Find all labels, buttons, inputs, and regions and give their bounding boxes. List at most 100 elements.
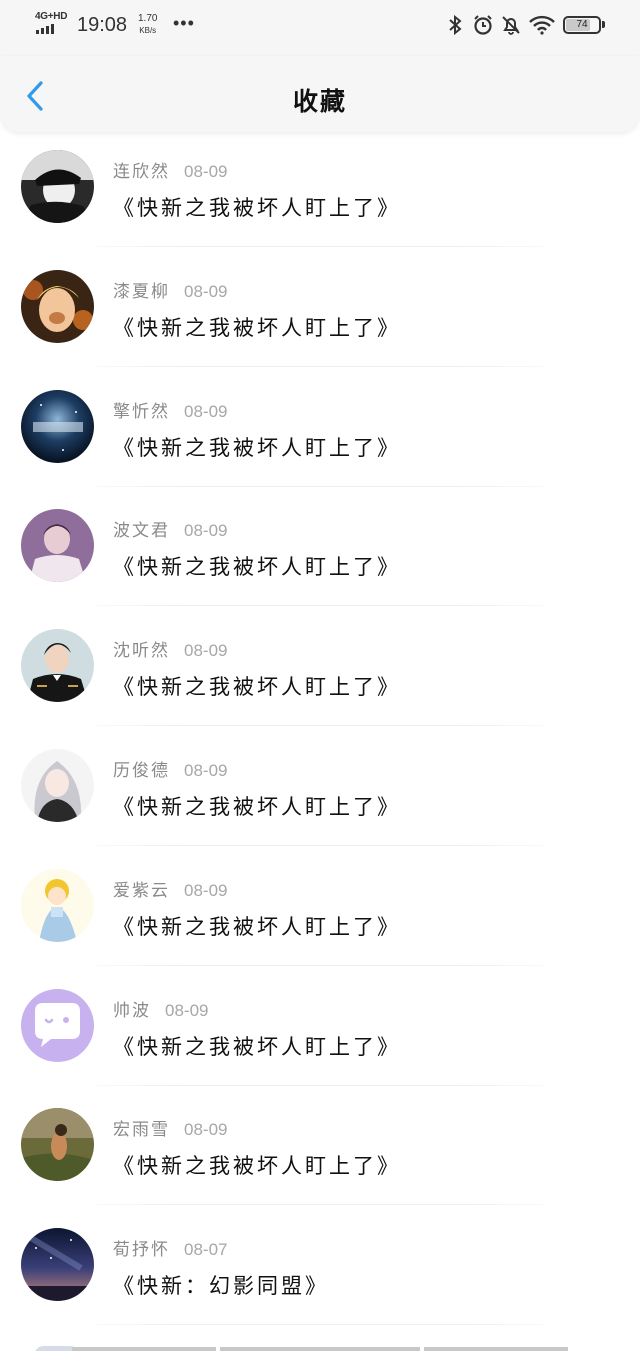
- divider: [95, 605, 545, 607]
- list-item[interactable]: 波文君 08-09 《快新之我被坏人盯上了》: [0, 499, 640, 619]
- favorite-date: 08-09: [184, 641, 228, 661]
- divider: [95, 1324, 545, 1326]
- avatar: [21, 868, 94, 942]
- divider: [95, 964, 545, 966]
- speed-unit: KB/s: [139, 26, 157, 35]
- wifi-icon: [529, 15, 555, 35]
- status-bar: 4G+HD 19:08 1.70 KB/s ••• 74: [0, 0, 640, 56]
- divider: [95, 485, 545, 487]
- list-item[interactable]: 沈听然 08-09 《快新之我被坏人盯上了》: [0, 619, 640, 739]
- battery-percent: 74: [576, 19, 588, 30]
- author-label: 波文君: [113, 521, 170, 542]
- author-name: 历俊德 08-09: [113, 756, 227, 781]
- speed-value: 1.70: [138, 13, 158, 24]
- author-name: 宏雨雪 08-09: [113, 1115, 227, 1140]
- author-name: 擎忻然 08-09: [113, 397, 227, 422]
- placeholder-bar: [424, 1347, 568, 1351]
- favorite-date: 08-09: [184, 162, 228, 181]
- author-label: 历俊德: [113, 760, 170, 781]
- list-item[interactable]: 连欣然 08-09 《快新之我被坏人盯上了》: [0, 140, 640, 260]
- list-item-partial: [0, 1341, 640, 1351]
- favorite-date: 08-09: [184, 1120, 228, 1140]
- author-name: 爱紫云 08-09: [113, 876, 227, 901]
- avatar-galaxy-text: [21, 389, 94, 463]
- book-title[interactable]: 《快新之我被坏人盯上了》: [113, 551, 401, 581]
- book-title[interactable]: 《快新之我被坏人盯上了》: [113, 1150, 401, 1180]
- page-header: 收藏: [0, 56, 640, 132]
- list-item[interactable]: 漆夏柳 08-09 《快新之我被坏人盯上了》: [0, 260, 640, 380]
- avatar-man-uniform: [21, 629, 94, 703]
- avatar-chat-bubble: [21, 988, 94, 1062]
- favorite-date: 08-09: [184, 281, 228, 301]
- avatar-night-sky: [21, 1228, 94, 1302]
- book-title[interactable]: 《快新之我被坏人盯上了》: [113, 192, 401, 222]
- signal-icon: [36, 24, 58, 34]
- list-item[interactable]: 宏雨雪 08-09 《快新之我被坏人盯上了》: [0, 1098, 640, 1218]
- alarm-icon: [474, 15, 492, 35]
- favorite-date: 08-09: [184, 401, 228, 421]
- avatar-cartoon-princess: [21, 868, 94, 942]
- author-name: 漆夏柳 08-09: [113, 277, 227, 302]
- avatar-purple-person: [21, 509, 94, 583]
- network-type: 4G+HD: [35, 11, 68, 22]
- page-title: 收藏: [292, 87, 347, 116]
- author-label: 连欣然: [113, 162, 170, 182]
- more-notifications-icon: •••: [173, 13, 195, 33]
- avatar: [21, 1228, 94, 1302]
- avatar: [21, 509, 94, 583]
- avatar: [21, 389, 94, 463]
- avatar: [21, 1108, 94, 1182]
- favorite-date: 08-09: [165, 1000, 209, 1020]
- list-item[interactable]: 历俊德 08-09 《快新之我被坏人盯上了》: [0, 739, 640, 859]
- battery-tip: [602, 21, 605, 28]
- book-title[interactable]: 《快新之我被坏人盯上了》: [113, 791, 401, 821]
- avatar-blonde-child: [21, 269, 94, 343]
- placeholder-bar: [72, 1347, 216, 1351]
- list-item[interactable]: 帅波 08-09 《快新之我被坏人盯上了》: [0, 979, 640, 1099]
- list-item[interactable]: 爱紫云 08-09 《快新之我被坏人盯上了》: [0, 859, 640, 979]
- author-label: 荀抒怀: [113, 1240, 170, 1261]
- avatar: [21, 629, 94, 703]
- list-item[interactable]: 荀抒怀 08-07 《快新：幻影同盟》: [0, 1218, 640, 1338]
- author-name: 沈听然 08-09: [113, 636, 227, 661]
- divider: [95, 844, 545, 846]
- divider: [95, 365, 545, 367]
- list-item[interactable]: 擎忻然 08-09 《快新之我被坏人盯上了》: [0, 380, 640, 500]
- author-name: 连欣然 08-09: [113, 157, 227, 182]
- divider: [95, 1084, 545, 1086]
- author-name: 荀抒怀 08-07: [113, 1235, 227, 1260]
- avatar: [21, 150, 94, 223]
- avatar-bw-cap: [21, 150, 94, 223]
- favorites-list: 连欣然 08-09 《快新之我被坏人盯上了》 漆夏柳 08-09 《快新之我被坏人盯…: [0, 140, 640, 1338]
- favorite-date: 08-09: [184, 760, 228, 780]
- author-label: 漆夏柳: [113, 281, 170, 302]
- divider: [95, 1204, 545, 1206]
- avatar-anime-girl: [21, 748, 94, 822]
- book-title[interactable]: 《快新之我被坏人盯上了》: [113, 911, 401, 941]
- mute-bell-icon: [502, 16, 520, 35]
- favorite-date: 08-07: [184, 1240, 228, 1260]
- status-time: 19:08: [77, 14, 128, 36]
- battery-icon: 74: [563, 16, 601, 34]
- author-name: 帅波 08-09: [113, 996, 208, 1021]
- book-title[interactable]: 《快新之我被坏人盯上了》: [113, 312, 401, 342]
- author-label: 擎忻然: [113, 401, 170, 422]
- avatar: [21, 748, 94, 822]
- author-label: 沈听然: [113, 641, 170, 662]
- favorite-date: 08-09: [184, 880, 228, 900]
- author-label: 爱紫云: [113, 880, 170, 901]
- book-title[interactable]: 《快新之我被坏人盯上了》: [113, 1031, 401, 1061]
- divider: [95, 246, 545, 247]
- network-speed: 1.70 KB/s: [138, 13, 157, 37]
- author-label: 宏雨雪: [113, 1120, 170, 1141]
- avatar: [21, 269, 94, 343]
- book-title[interactable]: 《快新之我被坏人盯上了》: [113, 432, 401, 462]
- avatar: [21, 988, 94, 1062]
- book-title[interactable]: 《快新：幻影同盟》: [113, 1270, 329, 1300]
- divider: [95, 725, 545, 727]
- favorite-date: 08-09: [184, 521, 228, 541]
- placeholder-bar: [220, 1347, 420, 1351]
- avatar-nature-person: [21, 1108, 94, 1182]
- book-title[interactable]: 《快新之我被坏人盯上了》: [113, 671, 401, 701]
- bluetooth-icon: [449, 14, 462, 36]
